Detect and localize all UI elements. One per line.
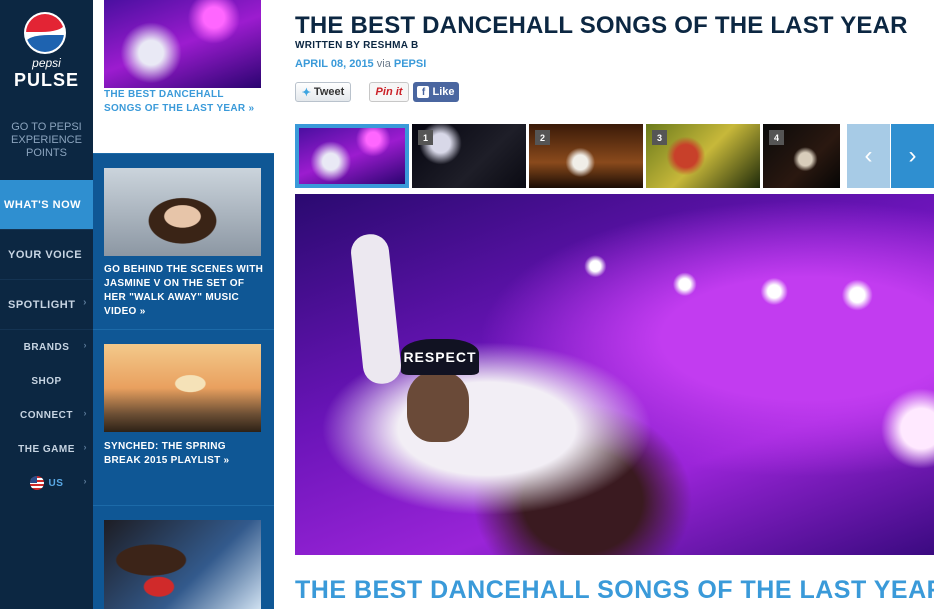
- gallery-next-button[interactable]: ›: [891, 124, 934, 188]
- tweet-label: Tweet: [313, 86, 345, 98]
- gallery-prev-button[interactable]: ‹: [847, 124, 890, 188]
- secondary-nav: BRANDS › SHOP CONNECT › THE GAME › US ›: [0, 330, 93, 500]
- tweet-button[interactable]: ✦ Tweet: [295, 82, 351, 102]
- us-flag-icon: [29, 476, 44, 490]
- chevron-left-icon: ‹: [864, 142, 873, 169]
- logo-product-text: PULSE: [13, 70, 79, 90]
- country-label: US: [48, 477, 64, 489]
- logo-brand-text: pepsi: [32, 56, 61, 70]
- chevron-right-icon: ›: [83, 297, 87, 308]
- pepsi-globe-icon: [24, 12, 66, 54]
- nav-item-label: WHAT'S NOW: [4, 198, 82, 211]
- story-title: GO BEHIND THE SCENES WITH JASMINE V ON T…: [104, 264, 264, 317]
- gallery-thumb-active[interactable]: [295, 124, 409, 188]
- nav-item-shop[interactable]: SHOP: [0, 364, 93, 398]
- hero-photo[interactable]: RESPECT: [295, 194, 934, 555]
- story-title: THE BEST DANCEHALL SONGS OF THE LAST YEA…: [104, 89, 255, 114]
- photo-gallery-strip: 1 2 3 4 ‹ ›: [295, 124, 934, 188]
- nav-item-your-voice[interactable]: YOUR VOICE: [0, 230, 93, 280]
- nav-item-label: SHOP: [31, 375, 62, 387]
- nav-item-label: BRANDS: [23, 341, 70, 353]
- hero-photo-detail: [349, 232, 403, 386]
- pepsi-pulse-logo[interactable]: pepsi PULSE: [0, 0, 93, 105]
- story-item[interactable]: SYNCHED: THE SPRING BREAK 2015 PLAYLIST …: [93, 330, 274, 506]
- social-buttons: ✦ Tweet Pin it f Like: [295, 82, 459, 102]
- nav-item-spotlight[interactable]: SPOTLIGHT ›: [0, 280, 93, 330]
- nav-item-brands[interactable]: BRANDS ›: [0, 330, 93, 364]
- nav-item-label: THE GAME: [18, 443, 75, 455]
- story-thumbnail: [104, 0, 261, 88]
- story-thumbnail: [104, 168, 261, 256]
- story-thumbnail: [104, 344, 261, 432]
- chevron-right-icon: ›: [83, 476, 87, 486]
- gallery-thumb[interactable]: 3: [646, 124, 760, 188]
- nav-item-label: SPOTLIGHT: [8, 298, 76, 311]
- chevron-right-icon: ›: [83, 408, 87, 418]
- gallery-thumb-number: 4: [769, 130, 784, 145]
- nav-item-the-game[interactable]: THE GAME ›: [0, 432, 93, 466]
- article-headline: THE BEST DANCEHALL SONGS OF THE LAST YEA…: [295, 12, 908, 39]
- gallery-thumb[interactable]: 4: [763, 124, 840, 188]
- pin-label: Pin it: [375, 86, 403, 98]
- like-label: Like: [432, 86, 455, 98]
- chevron-right-icon: ›: [83, 340, 87, 350]
- article-dateline: APRIL 08, 2015 via PEPSI: [295, 58, 426, 70]
- gallery-thumb-number: 2: [535, 130, 550, 145]
- story-item-current[interactable]: THE BEST DANCEHALL SONGS OF THE LAST YEA…: [93, 0, 284, 154]
- country-selector[interactable]: US ›: [0, 466, 93, 500]
- nav-item-label: CONNECT: [20, 409, 73, 421]
- chevron-right-icon: ›: [908, 142, 917, 169]
- story-item[interactable]: GO BEHIND THE SCENES WITH JASMINE V ON T…: [93, 154, 274, 330]
- article-source-link[interactable]: PEPSI: [394, 58, 426, 70]
- article: THE BEST DANCEHALL SONGS OF THE LAST YEA…: [295, 0, 934, 609]
- article-date: APRIL 08, 2015: [295, 58, 374, 70]
- article-subhead: THE BEST DANCEHALL SONGS OF THE LAST YEA…: [295, 576, 934, 604]
- story-item[interactable]: [93, 506, 274, 609]
- gallery-thumb[interactable]: 2: [529, 124, 643, 188]
- story-thumbnail: [104, 520, 261, 609]
- facebook-like-button[interactable]: f Like: [413, 82, 459, 102]
- hero-photo-detail: [407, 372, 469, 442]
- via-label: via: [376, 58, 391, 70]
- gallery-thumb-number: 1: [418, 130, 433, 145]
- left-navigation: pepsi PULSE GO TO PEPSI EXPERIENCE POINT…: [0, 0, 110, 609]
- story-list: THE BEST DANCEHALL SONGS OF THE LAST YEA…: [93, 0, 284, 609]
- gallery-thumb[interactable]: 1: [412, 124, 526, 188]
- nav-item-connect[interactable]: CONNECT ›: [0, 398, 93, 432]
- story-title: SYNCHED: THE SPRING BREAK 2015 PLAYLIST …: [104, 441, 230, 466]
- nav-item-label: YOUR VOICE: [8, 248, 83, 261]
- experience-points-link[interactable]: GO TO PEPSI EXPERIENCE POINTS: [0, 121, 93, 160]
- gallery-thumb-number: 3: [652, 130, 667, 145]
- article-byline: WRITTEN BY RESHMA B: [295, 40, 419, 51]
- hero-cap-lettering: RESPECT: [401, 339, 479, 375]
- pin-it-button[interactable]: Pin it: [369, 82, 409, 102]
- facebook-icon: f: [417, 86, 430, 98]
- twitter-bird-icon: ✦: [301, 86, 311, 99]
- chevron-right-icon: ›: [83, 442, 87, 452]
- nav-item-whats-now[interactable]: WHAT'S NOW: [0, 180, 110, 230]
